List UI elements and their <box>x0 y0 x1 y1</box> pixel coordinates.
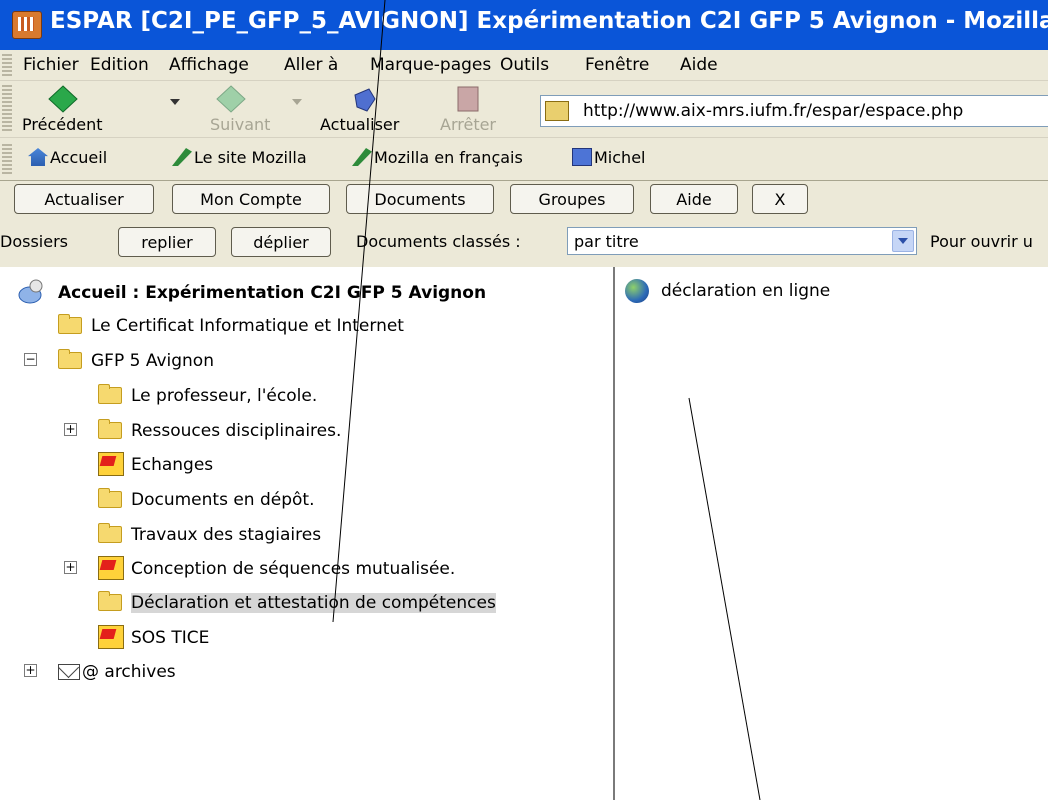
open-hint: Pour ouvrir u <box>930 232 1033 251</box>
workspace-icon <box>18 279 43 304</box>
toolbar-grip[interactable] <box>2 85 12 133</box>
sort-select[interactable]: par titre <box>567 227 917 255</box>
document-item[interactable]: déclaration en ligne <box>625 277 1005 305</box>
forum-icon <box>98 556 124 580</box>
menubar: Fichier Edition Affichage Aller à Marque… <box>0 50 1048 81</box>
folder-icon <box>98 419 122 439</box>
browser-chrome: Fichier Edition Affichage Aller à Marque… <box>0 50 1048 800</box>
menu-fichier[interactable]: Fichier <box>23 55 79 75</box>
page-icon <box>545 101 569 121</box>
menu-marque-pages[interactable]: Marque-pages <box>370 55 491 75</box>
help-button[interactable]: Aide <box>650 184 738 214</box>
folder-icon <box>572 148 592 166</box>
tree-item-selected[interactable]: Déclaration et attestation de compétence… <box>98 589 548 617</box>
reload-icon <box>354 88 376 112</box>
menu-outils[interactable]: Outils <box>500 55 549 75</box>
back-icon <box>48 85 78 113</box>
menu-edition[interactable]: Edition <box>90 55 149 75</box>
menu-affichage[interactable]: Affichage <box>169 55 249 75</box>
forum-icon <box>98 452 124 476</box>
close-button[interactable]: X <box>752 184 808 214</box>
bookmarks-grip[interactable] <box>2 144 12 174</box>
tree-item[interactable]: Echanges <box>98 451 398 479</box>
globe-icon <box>625 279 649 303</box>
tree-item[interactable]: + Conception de séquences mutualisée. <box>62 555 522 583</box>
stop-icon <box>457 86 479 112</box>
tree-item[interactable]: Travaux des stagiaires <box>98 521 398 549</box>
expand-button[interactable]: déplier <box>231 227 331 257</box>
sort-label: Documents classés : <box>356 232 521 251</box>
my-account-button[interactable]: Mon Compte <box>172 184 330 214</box>
window-titlebar: ESPAR [C2I_PE_GFP_5_AVIGNON] Expérimenta… <box>0 0 1048 50</box>
bookmark-icon <box>352 148 372 166</box>
back-dropdown[interactable] <box>170 99 180 105</box>
tree-item[interactable]: + Ressouces disciplinaires. <box>62 417 362 445</box>
navigation-toolbar: Précédent Suivant Actualiser Arrêter htt… <box>0 81 1048 138</box>
refresh-button[interactable]: Actualiser <box>14 184 154 214</box>
bookmark-mozilla-francais[interactable]: Mozilla en français <box>352 148 523 167</box>
bookmarks-toolbar: Accueil Le site Mozilla Mozilla en franç… <box>0 138 1048 181</box>
folder-tree: Accueil : Expérimentation C2I GFP 5 Avig… <box>0 267 615 800</box>
tree-root[interactable]: Accueil : Expérimentation C2I GFP 5 Avig… <box>16 279 576 307</box>
home-icon <box>28 148 48 166</box>
tree-item[interactable]: Le Certificat Informatique et Internet <box>58 312 478 340</box>
folder-icon <box>98 523 122 543</box>
url-bar[interactable]: http://www.aix-mrs.iufm.fr/espar/espace.… <box>540 95 1048 127</box>
collapse-icon[interactable]: − <box>24 353 37 366</box>
folder-icon <box>98 488 122 508</box>
menu-fenetre[interactable]: Fenêtre <box>585 55 649 75</box>
menu-aide[interactable]: Aide <box>680 55 718 75</box>
folders-label: Dossiers <box>0 232 68 251</box>
menu-aller[interactable]: Aller à <box>284 55 338 75</box>
expand-icon[interactable]: + <box>64 561 77 574</box>
app-icon <box>12 11 42 39</box>
forum-icon <box>98 625 124 649</box>
tree-item[interactable]: SOS TICE <box>98 624 398 652</box>
folder-open-icon <box>98 591 122 611</box>
bookmark-accueil[interactable]: Accueil <box>28 148 107 167</box>
collapse-button[interactable]: replier <box>118 227 216 257</box>
folder-open-icon <box>58 349 82 369</box>
page-content: Actualiser Mon Compte Documents Groupes … <box>0 181 1048 800</box>
groups-button[interactable]: Groupes <box>510 184 634 214</box>
bookmark-mozilla-site[interactable]: Le site Mozilla <box>172 148 307 167</box>
menubar-grip[interactable] <box>2 54 12 76</box>
expand-icon[interactable]: + <box>24 664 37 677</box>
chevron-down-icon[interactable] <box>892 230 914 252</box>
bookmark-folder-michel[interactable]: Michel <box>572 148 645 167</box>
envelope-icon <box>58 664 80 680</box>
folder-icon <box>98 384 122 404</box>
tree-item[interactable]: − GFP 5 Avignon <box>22 347 322 375</box>
documents-button[interactable]: Documents <box>346 184 494 214</box>
url-text[interactable]: http://www.aix-mrs.iufm.fr/espar/espace.… <box>583 101 963 121</box>
window-title: ESPAR [C2I_PE_GFP_5_AVIGNON] Expérimenta… <box>50 8 1048 34</box>
forward-icon <box>216 85 246 113</box>
expand-icon[interactable]: + <box>64 423 77 436</box>
documents-pane: déclaration en ligne <box>615 267 1048 800</box>
forward-dropdown[interactable] <box>292 99 302 105</box>
folder-icon <box>58 314 82 334</box>
bookmark-icon <box>172 148 192 166</box>
tree-item[interactable]: Documents en dépôt. <box>98 486 398 514</box>
tree-item[interactable]: Le professeur, l'école. <box>98 382 398 410</box>
tree-item[interactable]: + @ archives <box>22 658 322 686</box>
